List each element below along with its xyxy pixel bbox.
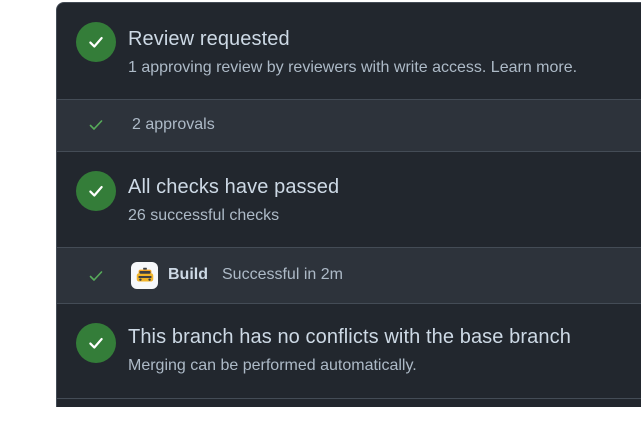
checks-subtitle: 26 successful checks <box>128 207 280 224</box>
approvals-row[interactable]: 2 approvals <box>57 100 641 152</box>
build-status: Successful in 2m <box>222 266 343 283</box>
check-circle-icon <box>76 171 116 211</box>
review-title: Review requested <box>128 28 290 50</box>
review-requested-section: Review requested 1 approving review by r… <box>57 3 641 100</box>
taxi-app-icon <box>131 262 158 289</box>
checks-title: All checks have passed <box>128 176 340 198</box>
approvals-label: 2 approvals <box>132 116 215 133</box>
merge-status-panel: Review requested 1 approving review by r… <box>56 2 641 407</box>
check-icon <box>89 337 103 349</box>
build-check-row[interactable]: Build Successful in 2m <box>57 248 641 304</box>
review-subtitle[interactable]: 1 approving review by reviewers with wri… <box>128 59 577 77</box>
checks-passed-section: All checks have passed 26 successful che… <box>57 152 641 248</box>
check-icon <box>89 36 103 48</box>
check-circle-icon <box>76 22 116 62</box>
conflicts-title: This branch has no conflicts with the ba… <box>128 326 571 348</box>
conflicts-subtitle: Merging can be performed automatically. <box>128 357 417 374</box>
build-name[interactable]: Build <box>168 266 208 284</box>
check-icon <box>89 185 103 197</box>
no-conflicts-section: This branch has no conflicts with the ba… <box>57 304 641 399</box>
check-circle-icon <box>76 323 116 363</box>
check-icon <box>89 271 103 281</box>
check-icon <box>89 120 103 130</box>
